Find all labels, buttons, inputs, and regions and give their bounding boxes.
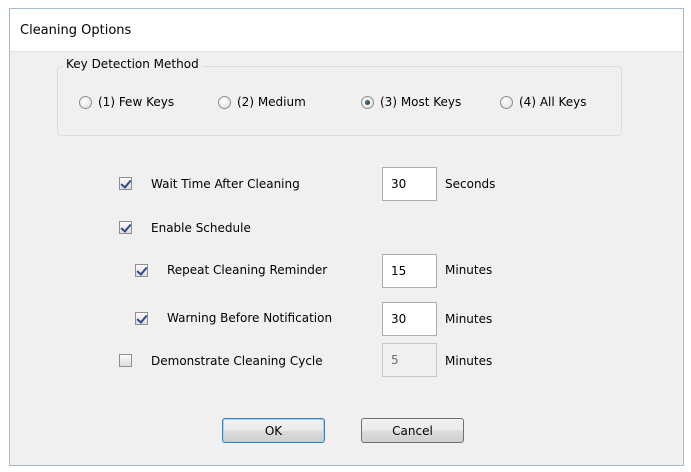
radio-label-most-keys: (3) Most Keys [380,95,462,109]
enable-schedule-checkbox[interactable] [119,221,132,234]
title-bar: Cleaning Options [10,9,683,52]
enable-schedule-label: Enable Schedule [151,221,251,235]
radio-label-all-keys: (4) All Keys [519,95,587,109]
key-detection-legend: Key Detection Method [63,57,202,71]
radio-medium[interactable]: (2) Medium [218,94,306,110]
radio-most-keys[interactable]: (3) Most Keys [361,94,461,110]
warning-notification-checkbox[interactable] [135,312,148,325]
ok-button[interactable]: OK [222,418,325,443]
radio-button-icon[interactable] [500,95,513,109]
radio-label-medium: (2) Medium [237,95,306,109]
wait-time-unit: Seconds [445,177,496,191]
wait-time-checkbox[interactable] [119,177,132,190]
demonstrate-cycle-checkbox[interactable] [119,354,132,367]
warning-notification-input[interactable]: 30 [382,302,437,336]
wait-time-input[interactable]: 30 [382,167,437,201]
radio-button-icon[interactable] [79,95,92,109]
radio-few-keys[interactable]: (1) Few Keys [79,94,174,110]
demonstrate-cycle-input: 5 [382,343,437,377]
radio-all-keys[interactable]: (4) All Keys [500,94,587,110]
repeat-reminder-input[interactable]: 15 [382,254,437,288]
demonstrate-cycle-unit: Minutes [445,354,493,368]
warning-notification-label: Warning Before Notification [167,311,333,325]
wait-time-label: Wait Time After Cleaning [151,177,300,191]
repeat-reminder-checkbox[interactable] [135,264,148,277]
repeat-reminder-unit: Minutes [445,263,493,277]
dialog-title: Cleaning Options [20,23,132,38]
radio-button-selected-icon[interactable] [361,95,374,109]
warning-notification-unit: Minutes [445,312,493,326]
radio-label-few-keys: (1) Few Keys [98,95,175,109]
demonstrate-cycle-label: Demonstrate Cleaning Cycle [151,354,323,368]
radio-button-icon[interactable] [218,95,231,109]
cancel-button[interactable]: Cancel [361,418,464,443]
repeat-reminder-label: Repeat Cleaning Reminder [167,263,328,277]
